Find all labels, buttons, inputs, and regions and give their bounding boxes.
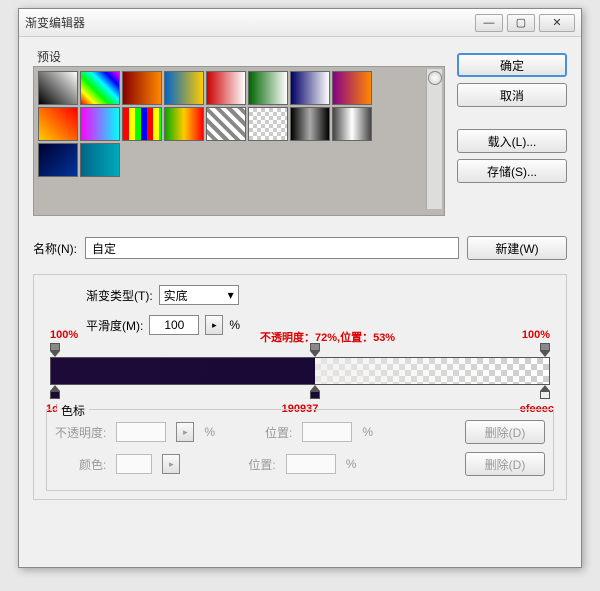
opacity-stop-right[interactable] — [539, 343, 551, 357]
new-button[interactable]: 新建(W) — [467, 236, 567, 260]
gradient-type-select[interactable]: 实底 ▾ — [159, 285, 239, 305]
percent-unit-3: % — [346, 457, 357, 471]
save-button[interactable]: 存储(S)... — [457, 159, 567, 183]
presets-menu-icon[interactable] — [428, 71, 442, 85]
anno-right-opacity: 100% — [522, 329, 550, 341]
preset-swatch[interactable] — [80, 71, 120, 105]
color-field-label: 颜色: — [79, 456, 106, 473]
minimize-button[interactable]: — — [475, 14, 503, 32]
percent-label: % — [229, 318, 240, 332]
window-title: 渐变编辑器 — [25, 14, 475, 31]
color-picker-icon[interactable]: ▸ — [162, 454, 180, 474]
color-stop-mid[interactable] — [309, 385, 321, 399]
percent-unit: % — [204, 425, 215, 439]
smoothness-label: 平滑度(M): — [86, 317, 143, 334]
preset-swatch[interactable] — [122, 71, 162, 105]
presets-panel — [33, 66, 445, 216]
position-field-label-2: 位置: — [248, 456, 275, 473]
preset-swatch[interactable] — [248, 71, 288, 105]
position-field-label: 位置: — [265, 424, 292, 441]
color-stops-fieldset: 色标 不透明度: ▸ % 位置: % 删除(D) 颜色: ▸ — [46, 409, 554, 491]
smoothness-stepper[interactable]: ▸ — [205, 315, 223, 335]
position-field-2[interactable] — [286, 454, 336, 474]
delete-color-stop-button[interactable]: 删除(D) — [465, 452, 545, 476]
window-controls: — ▢ ✕ — [475, 14, 575, 32]
anno-mid-info: 不透明度：72%,位置：53% — [260, 329, 395, 345]
opacity-field-label: 不透明度: — [55, 424, 106, 441]
titlebar: 渐变编辑器 — ▢ ✕ — [19, 9, 581, 37]
preset-swatch[interactable] — [164, 107, 204, 141]
gradient-type-value: 实底 — [164, 287, 188, 304]
content-area: 预设 确定 取消 载入(L)... 存储(S)... 名称(N): 新建(W) — [19, 37, 581, 512]
cancel-button[interactable]: 取消 — [457, 83, 567, 107]
gradient-preview-bar[interactable] — [50, 357, 550, 385]
load-button[interactable]: 载入(L)... — [457, 129, 567, 153]
delete-opacity-stop-button[interactable]: 删除(D) — [465, 420, 545, 444]
ok-button[interactable]: 确定 — [457, 53, 567, 77]
chevron-down-icon: ▾ — [228, 288, 234, 302]
preset-swatch[interactable] — [290, 71, 330, 105]
presets-label: 预设 — [33, 50, 65, 64]
opacity-field[interactable] — [116, 422, 166, 442]
opacity-stepper[interactable]: ▸ — [176, 422, 194, 442]
percent-unit-2: % — [362, 425, 373, 439]
gradient-editor-window: 渐变编辑器 — ▢ ✕ 预设 确定 取消 载入(L)... — [18, 8, 582, 568]
close-button[interactable]: ✕ — [539, 14, 575, 32]
opacity-stop-left[interactable] — [49, 343, 61, 357]
preset-swatch[interactable] — [122, 107, 162, 141]
preset-swatch[interactable] — [38, 143, 78, 177]
gradient-bar-area: 100% 不透明度：72%,位置：53% 100% 1d0a38 190937 … — [50, 357, 550, 385]
stops-legend: 色标 — [57, 402, 89, 419]
position-field-1[interactable] — [302, 422, 352, 442]
preset-swatch[interactable] — [80, 143, 120, 177]
preset-swatch[interactable] — [80, 107, 120, 141]
anno-left-opacity: 100% — [50, 329, 78, 341]
color-stop-left[interactable] — [49, 385, 61, 399]
preset-swatch[interactable] — [38, 71, 78, 105]
preset-swatch[interactable] — [290, 107, 330, 141]
preset-swatch[interactable] — [206, 71, 246, 105]
preset-swatch[interactable] — [332, 71, 372, 105]
preset-swatch[interactable] — [38, 107, 78, 141]
maximize-button[interactable]: ▢ — [507, 14, 535, 32]
preset-swatch[interactable] — [248, 107, 288, 141]
name-input[interactable] — [85, 237, 459, 259]
opacity-stop-mid[interactable] — [309, 343, 321, 357]
gradient-settings-panel: 渐变类型(T): 实底 ▾ 平滑度(M): ▸ % 100% 不透明度：72%,… — [33, 274, 567, 500]
preset-swatch[interactable] — [206, 107, 246, 141]
color-swatch[interactable] — [116, 454, 152, 474]
preset-swatch[interactable] — [332, 107, 372, 141]
color-stop-right[interactable] — [539, 385, 551, 399]
gradient-type-label: 渐变类型(T): — [86, 287, 153, 304]
smoothness-input[interactable] — [149, 315, 199, 335]
preset-swatch[interactable] — [164, 71, 204, 105]
name-label: 名称(N): — [33, 240, 77, 257]
presets-scrollbar[interactable] — [426, 69, 442, 209]
